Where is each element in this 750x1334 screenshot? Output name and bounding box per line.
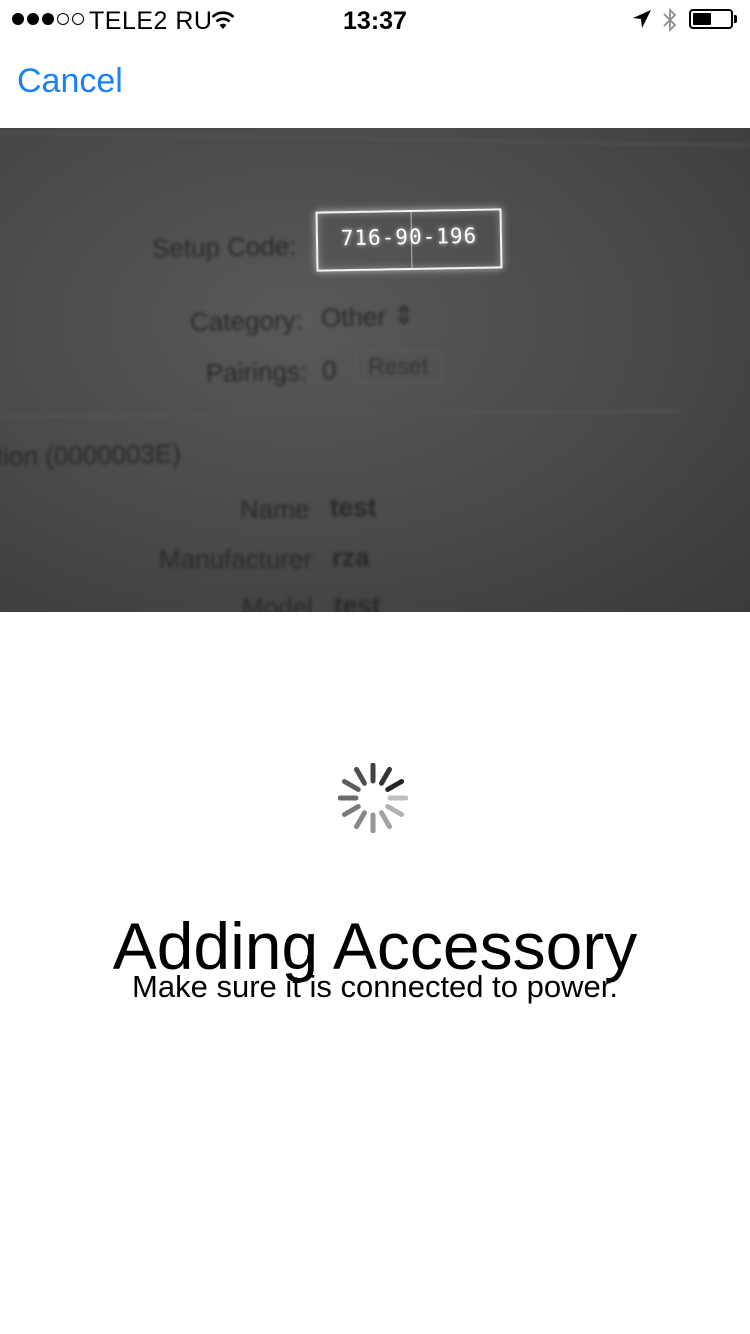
- section-label: tion (0000003E): [0, 438, 182, 472]
- spinner-spoke: [354, 766, 367, 786]
- setup-code-label: Setup Code:: [151, 230, 297, 264]
- camera-viewfinder: Setup Code: Category: Other ⇕ Pairings: …: [0, 128, 750, 612]
- pairings-value: 0: [322, 355, 337, 385]
- battery-tip: [734, 15, 737, 23]
- category-value: Other: [320, 301, 387, 333]
- status-bar: TELE2 RU 13:37: [0, 0, 750, 40]
- spinner-spoke: [385, 779, 405, 792]
- model-label: Model: [242, 592, 313, 612]
- pairings-label: Pairings:: [205, 356, 308, 388]
- spinner-spoke: [385, 804, 405, 817]
- battery-icon: [689, 9, 733, 29]
- manufacturer-label: Manufacturer: [159, 544, 313, 574]
- reset-label: Reset: [368, 353, 429, 379]
- spinner-spoke: [379, 810, 392, 830]
- spinner-spoke: [341, 804, 361, 817]
- screen: TELE2 RU 13:37 Cancel Setup Code: Catego…: [0, 0, 750, 1334]
- cancel-button[interactable]: Cancel: [17, 62, 123, 101]
- setup-code-scan-frame: 716-90-196: [315, 208, 503, 272]
- spinner-spoke: [341, 779, 361, 792]
- name-value: test: [330, 492, 377, 522]
- divider: [0, 410, 680, 418]
- name-label: Name: [240, 494, 310, 524]
- model-value: test: [334, 590, 381, 612]
- setup-code-value: 716-90-196: [340, 223, 478, 251]
- blurred-scene: Setup Code: Category: Other ⇕ Pairings: …: [0, 128, 750, 612]
- spinner-spoke: [379, 766, 392, 786]
- divider: [0, 131, 750, 147]
- battery-fill: [693, 13, 711, 25]
- location-arrow-icon: [633, 10, 651, 28]
- spinner-spoke: [354, 810, 367, 830]
- activity-spinner-icon: [338, 763, 408, 833]
- category-label: Category:: [189, 305, 303, 337]
- chevron-updown-icon: ⇕: [393, 300, 415, 330]
- manufacturer-value: rza: [332, 542, 370, 572]
- page-subtitle: Make sure it is connected to power.: [132, 969, 618, 1004]
- bluetooth-icon: [663, 7, 677, 33]
